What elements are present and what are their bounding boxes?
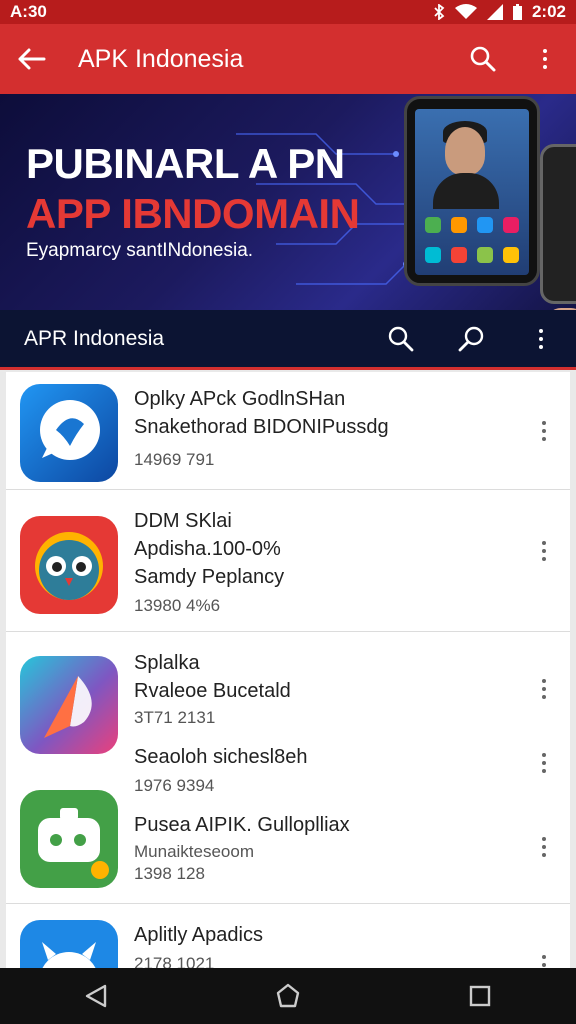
store-toolbar: APR Indonesia — [0, 310, 576, 370]
app-meta: 13980 4%6 — [134, 596, 221, 615]
more-vert-icon — [542, 837, 546, 857]
triangle-back-icon — [85, 984, 107, 1008]
overflow-menu-button[interactable] — [514, 24, 576, 94]
app-subtitle-2: Samdy Peplancy — [134, 566, 285, 588]
list-item[interactable]: Aplitly Apadics 2178 1021 — [6, 904, 570, 968]
wifi-icon — [454, 4, 477, 20]
more-vert-icon — [542, 679, 546, 699]
chat-app-icon — [20, 384, 118, 482]
square-recents-icon — [469, 985, 491, 1007]
signal-icon — [486, 4, 503, 20]
app-meta: 1976 9394 — [134, 776, 215, 795]
status-time-right: 2:02 — [531, 2, 566, 21]
list-item[interactable]: DDM SKlai Apdisha.100-0% Samdy Peplancy … — [6, 490, 570, 632]
nav-recents-button[interactable] — [440, 968, 520, 1024]
arrow-back-icon — [18, 48, 46, 70]
app-subtitle: Snakethorad BIDONIPussdg — [134, 416, 389, 438]
item-more-button[interactable] — [532, 748, 556, 778]
item-more-button[interactable] — [532, 536, 556, 566]
app-name[interactable]: Pusea AIPIK. Gulloplliax — [134, 814, 350, 837]
more-vert-icon — [542, 541, 546, 561]
search-icon — [470, 46, 496, 72]
banner-headline-2: APP IBNDOMAIN — [26, 190, 360, 237]
status-time-left: A:30 — [10, 2, 47, 21]
app-name[interactable]: Seaoloh sichesl8eh — [134, 746, 307, 769]
owl-app-icon — [20, 516, 118, 614]
app-meta: 1398 128 — [134, 864, 205, 883]
promo-banner[interactable]: PUBINARL A PN APP IBNDOMAIN Eyapmarcy sa… — [0, 94, 576, 310]
banner-headline-1: PUBINARL A PN — [26, 140, 345, 187]
system-navigation-bar — [0, 968, 576, 1024]
more-vert-icon — [542, 955, 546, 968]
store-explore-button[interactable] — [436, 309, 506, 369]
battery-icon — [512, 4, 522, 20]
app-meta: 2178 1021 — [134, 954, 215, 968]
app-subtitle: Apdisha.100-0% — [134, 538, 281, 560]
explore-search-icon — [458, 326, 484, 351]
item-more-button[interactable] — [532, 416, 556, 446]
nav-back-button[interactable] — [56, 968, 136, 1024]
app-meta: 3T71 2131 — [134, 708, 216, 727]
second-phone-illustration — [540, 144, 576, 304]
feather-app-icon[interactable] — [20, 656, 118, 754]
app-title: APK Indonesia — [78, 44, 244, 73]
robot-app-icon — [20, 920, 118, 968]
app-name: Oplky APck GodlnSHan — [134, 388, 346, 410]
store-search-button[interactable] — [366, 309, 436, 369]
status-icons: 2:02 — [433, 2, 566, 22]
store-overflow-button[interactable] — [506, 309, 576, 369]
phone-illustration — [404, 96, 540, 286]
app-bar: APK Indonesia — [0, 24, 576, 94]
more-vert-icon — [543, 49, 547, 69]
item-more-button[interactable] — [532, 674, 556, 704]
more-vert-icon — [542, 421, 546, 441]
store-title: APR Indonesia — [24, 326, 165, 350]
app-developer: Munaikteseoom — [134, 842, 255, 861]
banner-tagline: Eyapmarcy santINdonesia. — [26, 240, 254, 261]
search-button[interactable] — [452, 24, 514, 94]
item-more-button[interactable] — [532, 832, 556, 862]
list-item-group: Splalka Rvaleoe Bucetald 3T71 2131 Seaol… — [6, 632, 570, 904]
list-item[interactable]: Oplky APck GodlnSHan Snakethorad BIDONIP… — [6, 372, 570, 490]
more-vert-icon — [542, 753, 546, 773]
nav-home-button[interactable] — [248, 968, 328, 1024]
status-bar: A:30 2:02 — [0, 0, 576, 24]
app-name[interactable]: Splalka — [134, 652, 200, 675]
app-name: DDM SKlai — [134, 510, 232, 532]
bluetooth-icon — [433, 4, 445, 20]
android-app-icon[interactable] — [20, 790, 118, 888]
more-vert-icon — [539, 328, 543, 349]
app-subtitle: Rvaleoe Bucetald — [134, 680, 291, 702]
app-list: Oplky APck GodlnSHan Snakethorad BIDONIP… — [6, 372, 570, 968]
home-circle-icon — [276, 983, 300, 1008]
app-name: Aplitly Apadics — [134, 924, 263, 946]
app-meta: 14969 791 — [134, 450, 215, 469]
item-more-button[interactable] — [532, 950, 556, 968]
back-button[interactable] — [0, 24, 62, 94]
search-icon — [388, 326, 414, 351]
